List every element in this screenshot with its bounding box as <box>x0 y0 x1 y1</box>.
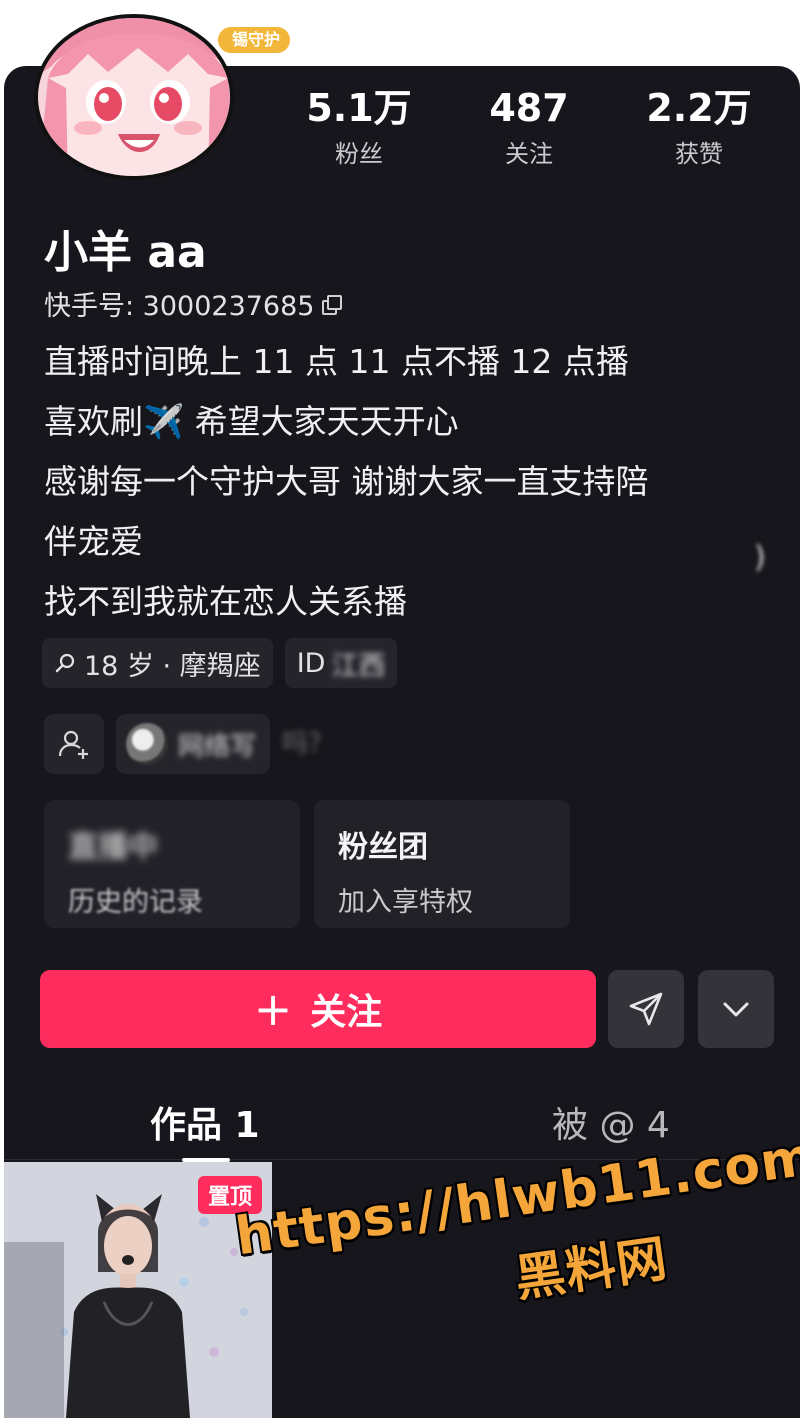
stat-fans[interactable]: 5.1万 粉丝 <box>274 86 444 176</box>
following-label: 关注 <box>505 140 553 168</box>
fan-club-subtitle: 加入享特权 <box>338 887 473 918</box>
live-history-title: 直播中 <box>68 830 158 865</box>
ip-value: 江西 <box>331 650 386 682</box>
live-history-subtitle: 历史的记录 <box>68 887 203 918</box>
fans-count: 5.1万 <box>306 86 412 130</box>
kuaishou-id: 快手号: 3000237685 <box>44 291 315 322</box>
feature-cards: 直播中 历史的记录 粉丝团 加入享特权 <box>44 800 570 928</box>
add-friend-button[interactable] <box>44 714 104 774</box>
send-icon <box>629 992 663 1026</box>
stats-row: 5.1万 粉丝 487 关注 2.2万 获赞 <box>274 86 784 176</box>
kuaishou-id-row[interactable]: 快手号: 3000237685 <box>44 284 343 323</box>
video-thumbnail[interactable]: 置顶 <box>4 1162 272 1418</box>
tab-mentioned[interactable]: 被 @ 4 <box>552 1096 670 1148</box>
profile-name: 小羊 aa <box>44 227 207 278</box>
share-button[interactable] <box>608 970 684 1048</box>
bio-line: 直播时间晚上 11 点 11 点不播 12 点播 <box>44 342 629 381</box>
plus-icon: + <box>253 982 293 1036</box>
likes-count: 2.2万 <box>646 86 752 130</box>
bio-line: 感谢每一个守护大哥 谢谢大家一直支持陪 <box>44 462 649 501</box>
follow-button[interactable]: + 关注 <box>40 970 596 1048</box>
blurred-mark: ) <box>754 540 766 575</box>
chevron-down-icon <box>723 1002 749 1017</box>
ghost-text: 吗？ <box>282 729 335 759</box>
fan-club-title: 粉丝团 <box>338 830 428 865</box>
bio-line: 喜欢刷✈️ 希望大家天天开心 <box>44 402 459 441</box>
guard-badge[interactable]: 锡守护 <box>218 27 291 53</box>
ip-label: ID <box>296 647 326 679</box>
fans-label: 粉丝 <box>335 140 383 168</box>
social-row: 网络写 吗？ <box>44 714 334 774</box>
live-history-card[interactable]: 直播中 历史的记录 <box>44 800 300 928</box>
search-icon <box>55 653 75 673</box>
stat-likes[interactable]: 2.2万 获赞 <box>614 86 784 176</box>
friend-chip-text: 网络写 <box>178 731 257 762</box>
age-zodiac: 18 岁 · 摩羯座 <box>84 650 261 682</box>
age-zodiac-chip: 18 岁 · 摩羯座 <box>42 638 273 688</box>
bio-line: 找不到我就在恋人关系播 <box>44 582 407 621</box>
add-user-icon <box>58 730 88 759</box>
bio-line: 伴宠爱 <box>44 522 143 561</box>
friend-avatar <box>126 723 168 765</box>
likes-label: 获赞 <box>675 140 723 168</box>
fan-club-card[interactable]: 粉丝团 加入享特权 <box>314 800 570 928</box>
tab-works[interactable]: 作品 1 <box>150 1096 260 1148</box>
tag-chips: 18 岁 · 摩羯座 ID 江西 <box>42 638 398 688</box>
following-count: 487 <box>489 86 569 130</box>
copy-icon[interactable] <box>322 294 343 315</box>
avatar[interactable] <box>34 14 234 180</box>
ip-chip: ID 江西 <box>284 638 398 688</box>
friend-chip[interactable]: 网络写 <box>116 714 271 774</box>
profile-bio: 直播时间晚上 11 点 11 点不播 12 点播 喜欢刷✈️ 希望大家天天开心 … <box>44 332 764 632</box>
avatar-image <box>38 18 230 176</box>
follow-label: 关注 <box>310 992 383 1033</box>
profile-screen: 锡守护 5.1万 粉丝 487 关注 2.2万 获赞 小羊 aa 快手号: 30… <box>0 0 800 1418</box>
stat-following[interactable]: 487 关注 <box>444 86 614 176</box>
more-button[interactable] <box>698 970 774 1048</box>
